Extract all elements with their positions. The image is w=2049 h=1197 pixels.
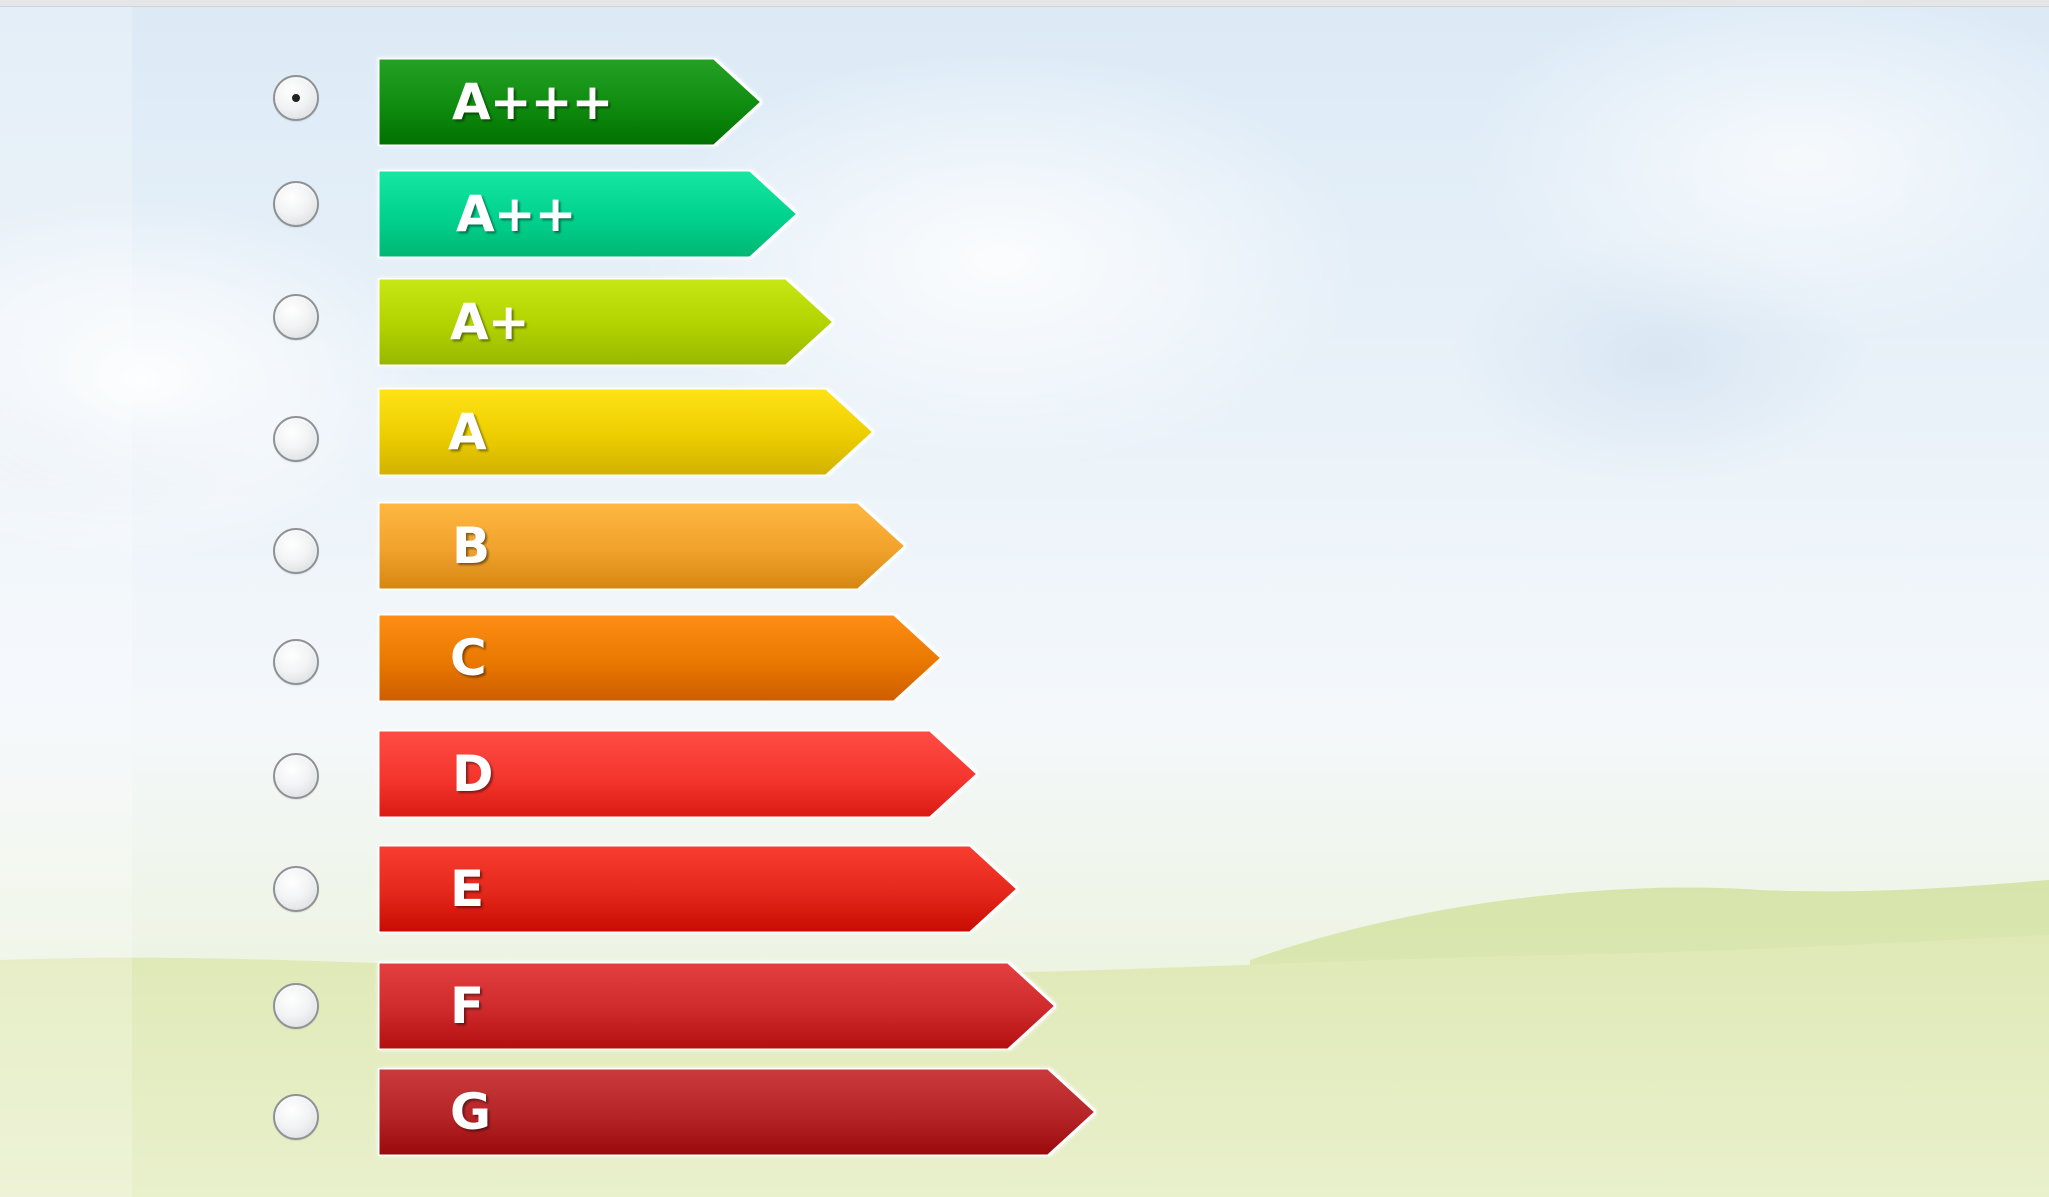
rating-band-label: A+++ <box>452 73 613 131</box>
rating-band-f[interactable]: F <box>378 962 1056 1050</box>
rating-band-e[interactable]: E <box>378 845 1018 933</box>
side-panel-strip <box>0 7 132 1197</box>
rating-band-label: G <box>450 1083 491 1141</box>
rating-band-d[interactable]: D <box>378 730 978 818</box>
rating-band-label: E <box>450 860 484 918</box>
rating-band-b[interactable]: B <box>378 502 906 590</box>
radio-class-f[interactable] <box>273 983 319 1029</box>
radio-class-aplusplus[interactable] <box>273 181 319 227</box>
rating-arrow-fill <box>378 278 834 366</box>
rating-band-a[interactable]: A <box>378 388 874 476</box>
rating-arrow-shape <box>378 170 798 258</box>
radio-class-aplus[interactable] <box>273 294 319 340</box>
rating-band-label: A+ <box>450 293 530 351</box>
rating-band-label: F <box>450 977 484 1035</box>
radio-class-g[interactable] <box>273 1094 319 1140</box>
window-top-border <box>0 0 2049 7</box>
rating-arrow-fill <box>378 170 798 258</box>
rating-arrow-shape <box>378 278 834 366</box>
rating-band-label: A <box>448 403 487 461</box>
radio-class-aplusplusplus[interactable] <box>273 75 319 121</box>
rating-band-aplus[interactable]: A+ <box>378 278 834 366</box>
rating-band-label: A++ <box>456 185 576 243</box>
radio-selected-dot <box>292 94 300 102</box>
rating-band-aplusplus[interactable]: A++ <box>378 170 798 258</box>
radio-class-e[interactable] <box>273 866 319 912</box>
rating-band-label: B <box>452 517 490 575</box>
rating-band-aplusplusplus[interactable]: A+++ <box>378 58 762 146</box>
radio-class-c[interactable] <box>273 639 319 685</box>
radio-class-d[interactable] <box>273 753 319 799</box>
radio-class-b[interactable] <box>273 528 319 574</box>
rating-band-label: C <box>450 629 487 687</box>
rating-band-g[interactable]: G <box>378 1068 1096 1156</box>
radio-class-a[interactable] <box>273 416 319 462</box>
rating-band-label: D <box>452 745 494 803</box>
rating-band-c[interactable]: C <box>378 614 942 702</box>
